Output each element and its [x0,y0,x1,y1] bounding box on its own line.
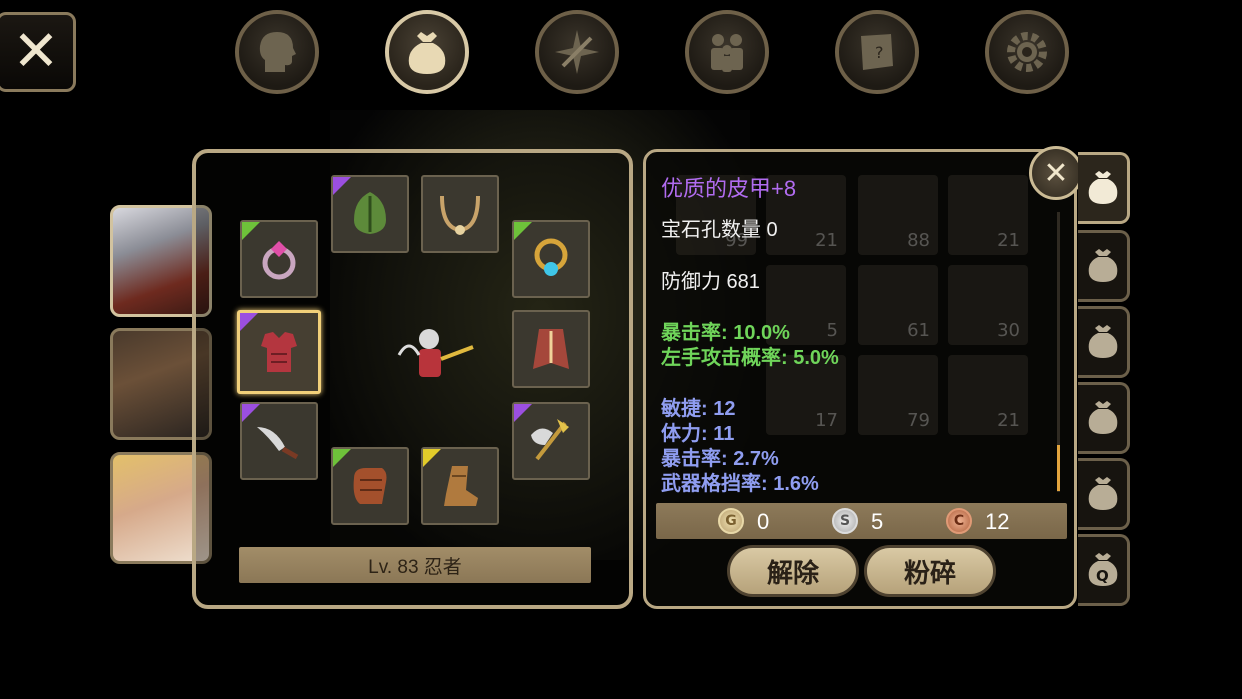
nav-inventory-button[interactable] [385,10,469,94]
sell-price-bar: G 0 S 5 C 12 [656,503,1067,539]
silver-coin-icon: S [832,508,858,534]
shatter-button[interactable]: 粉碎 [864,545,996,597]
bag-icon [408,32,446,74]
bag-tab-quest[interactable]: Q [1078,534,1130,606]
scroll-question-icon: ? [861,34,893,70]
item-title: 优质的皮甲+8 [661,176,797,201]
bag-tab-2[interactable] [1078,230,1130,302]
bag-icon [1088,401,1117,434]
equip-slot-ring-left[interactable] [240,220,318,298]
close-detail-button[interactable]: ✕ [1029,146,1083,200]
detail-scroll-thumb[interactable] [1057,445,1060,491]
bag-tab-1[interactable] [1078,152,1130,224]
close-icon: ✕ [1043,155,1069,191]
people-icon [711,34,743,72]
equip-slot-gloves[interactable] [331,447,409,525]
item-defense: 防御力 681 [661,271,760,293]
gold-value: 0 [757,509,770,534]
equip-slot-dagger[interactable] [240,402,318,480]
equip-slot-armor[interactable] [237,310,321,394]
equip-slot-ring-right[interactable] [512,220,590,298]
close-icon: ✕ [12,19,60,84]
nav-skills-button[interactable] [535,10,619,94]
nav-character-button[interactable] [235,10,319,94]
bag-tab-3[interactable] [1078,306,1130,378]
equip-slot-axe[interactable] [512,402,590,480]
bag-tab-5[interactable] [1078,458,1130,530]
item-gem-slots: 宝石孔数量 0 [661,219,778,241]
silver-value: 5 [871,509,884,534]
bag-tab-4[interactable] [1078,382,1130,454]
nav-party-button[interactable] [685,10,769,94]
nav-settings-button[interactable] [985,10,1069,94]
copper-coin-icon: C [946,508,972,534]
equip-slot-helmet[interactable] [331,175,409,253]
cloak-icon [533,329,569,369]
bag-icon [1088,477,1117,510]
unequip-button[interactable]: 解除 [727,545,859,597]
item-bonus-blue-4: 武器格挡率: 1.6% [661,473,819,495]
close-main-button[interactable]: ✕ [0,12,76,92]
bag-icon [1088,249,1117,282]
top-nav: ? [235,10,1075,96]
gold-coin-icon: G [718,508,744,534]
nav-quests-button[interactable]: ? [835,10,919,94]
svg-text:?: ? [875,43,884,62]
equip-slot-cloak[interactable] [512,310,590,388]
item-bonus-green-2: 左手攻击概率: 5.0% [661,347,839,369]
hero-sprite [395,315,475,395]
necklace-icon [440,195,480,235]
equip-slot-necklace[interactable] [421,175,499,253]
equip-slot-boots[interactable] [421,447,499,525]
character-level-label: Lv. 83 忍者 [239,547,591,583]
quest-bag-icon: Q [1088,553,1117,586]
head-profile-icon [259,32,296,72]
bag-icon [1088,171,1117,204]
compass-sword-icon [555,30,599,74]
gear-icon [1007,32,1047,72]
quest-bag-label: Q [1096,567,1109,585]
armor-icon [261,332,297,372]
copper-value: 12 [985,509,1010,534]
bag-icon [1088,325,1117,358]
